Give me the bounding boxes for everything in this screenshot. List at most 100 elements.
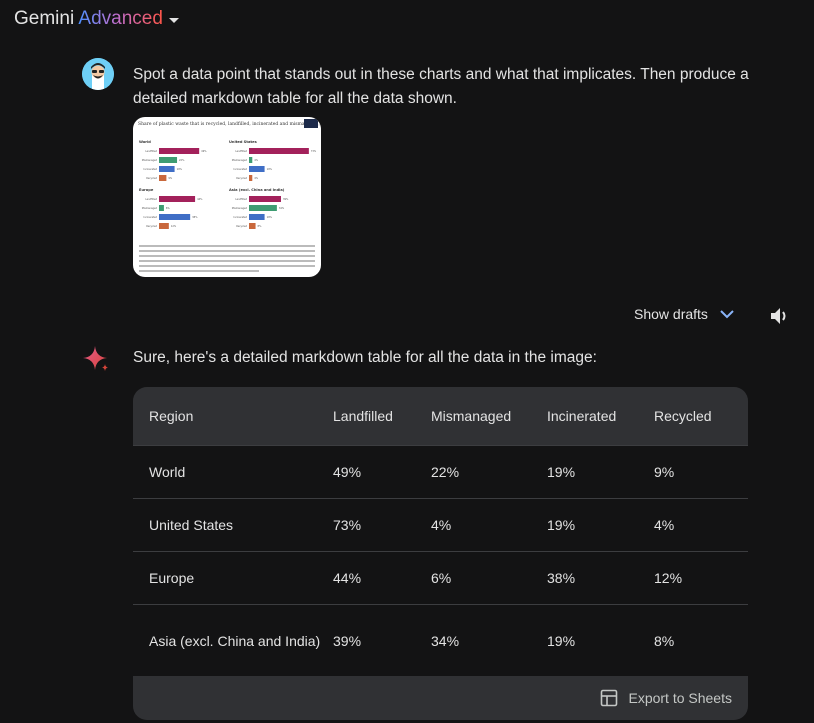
table-icon xyxy=(601,689,618,707)
header-mismanaged: Mismanaged xyxy=(431,408,512,424)
cell-recycled: 4% xyxy=(654,517,675,533)
thumb-value-label: 22% xyxy=(179,159,185,162)
cell-recycled: 12% xyxy=(654,570,683,586)
thumb-bar xyxy=(159,166,175,172)
thumb-value-label: 9% xyxy=(168,177,173,180)
thumb-category-label: Mismanaged xyxy=(142,207,158,210)
thumb-footnote-line xyxy=(139,270,259,272)
chart-thumbnail: Share of plastic waste that is recycled,… xyxy=(138,119,321,272)
table-header-row: Region Landfilled Mismanaged Incinerated… xyxy=(133,387,748,445)
cell-region: United States xyxy=(149,517,234,533)
data-table: Region Landfilled Mismanaged Incinerated… xyxy=(133,387,748,720)
thumb-category-label: Landfilled xyxy=(235,150,247,153)
table-row: World 49% 22% 19% 9% xyxy=(133,445,748,498)
thumb-category-label: Recycled xyxy=(146,177,157,180)
thumb-panel-title: Asia (excl. China and India) xyxy=(229,188,285,192)
owid-logo xyxy=(304,119,318,128)
export-to-sheets-button[interactable]: Export to Sheets xyxy=(133,676,748,720)
header-recycled: Recycled xyxy=(654,408,712,424)
thumb-value-label: 12% xyxy=(171,225,177,228)
thumb-category-label: Recycled xyxy=(236,225,247,228)
thumb-value-label: 34% xyxy=(279,207,285,210)
user-prompt: Spot a data point that stands out in the… xyxy=(133,66,749,107)
thumb-value-label: 49% xyxy=(201,150,207,153)
thumb-bar xyxy=(249,166,265,172)
chevron-down-icon xyxy=(720,310,734,319)
thumb-category-label: Landfilled xyxy=(145,150,157,153)
thumb-footnote-line xyxy=(139,260,315,262)
thumb-bar xyxy=(249,214,265,220)
caret-down-icon[interactable] xyxy=(168,17,179,23)
user-avatar xyxy=(82,58,114,90)
header-incinerated: Incinerated xyxy=(547,408,617,424)
thumb-bar xyxy=(159,175,167,181)
thumb-bar xyxy=(159,157,178,163)
thumb-category-label: Landfilled xyxy=(145,198,157,201)
cell-region: Europe xyxy=(149,570,195,586)
response-intro: Sure, here's a detailed markdown table f… xyxy=(133,349,597,366)
avatar-icon xyxy=(82,58,114,90)
cell-landfilled: 73% xyxy=(333,517,362,533)
thumb-panel-title: Europe xyxy=(139,188,154,192)
thumb-bar xyxy=(159,214,191,220)
thumb-bar xyxy=(249,205,277,211)
table-row: Asia (excl. China and India) 39% 34% 19%… xyxy=(133,604,748,677)
thumb-value-label: 19% xyxy=(177,168,183,171)
thumb-bar xyxy=(249,157,253,163)
gemini-sparkle-icon xyxy=(83,346,108,371)
table-row: Europe 44% 6% 38% 12% xyxy=(133,551,748,604)
thumb-category-label: Mismanaged xyxy=(232,207,248,210)
app-title: Gemini Advanced xyxy=(14,8,163,30)
thumb-category-label: Incinerated xyxy=(233,168,247,171)
cell-incinerated: 38% xyxy=(547,570,576,586)
thumb-bar xyxy=(159,223,169,229)
thumb-category-label: Incinerated xyxy=(143,216,157,219)
thumb-category-label: Landfilled xyxy=(235,198,247,201)
thumb-footnote-line xyxy=(139,265,315,267)
thumb-bar xyxy=(159,205,164,211)
model-selector[interactable]: Gemini Advanced xyxy=(14,8,179,30)
app-title-accent: Advanced xyxy=(78,8,163,29)
thumb-title: Share of plastic waste that is recycled,… xyxy=(138,121,321,127)
thumb-category-label: Mismanaged xyxy=(232,159,248,162)
thumb-bar xyxy=(249,196,281,202)
thumb-value-label: 6% xyxy=(166,207,171,210)
thumb-bar xyxy=(249,175,253,181)
cell-recycled: 8% xyxy=(654,633,675,649)
thumb-value-label: 44% xyxy=(197,198,203,201)
table-row: United States 73% 4% 19% 4% xyxy=(133,498,748,551)
thumb-category-label: Mismanaged xyxy=(142,159,158,162)
cell-mismanaged: 22% xyxy=(431,464,460,480)
cell-mismanaged: 34% xyxy=(431,633,460,649)
thumb-category-label: Recycled xyxy=(236,177,247,180)
cell-region: Asia (excl. China and India) xyxy=(149,633,321,649)
thumb-value-label: 73% xyxy=(311,150,317,153)
cell-landfilled: 44% xyxy=(333,570,362,586)
attached-chart-image[interactable]: Share of plastic waste that is recycled,… xyxy=(133,117,321,277)
thumb-footnote-line xyxy=(139,250,315,252)
cell-landfilled: 39% xyxy=(333,633,362,649)
thumb-bar xyxy=(159,196,196,202)
cell-mismanaged: 6% xyxy=(431,570,452,586)
thumb-panel-title: World xyxy=(139,140,151,144)
thumb-category-label: Recycled xyxy=(146,225,157,228)
thumb-footnote-line xyxy=(139,255,315,257)
thumb-value-label: 8% xyxy=(258,225,263,228)
thumb-value-label: 38% xyxy=(192,216,198,219)
header-landfilled: Landfilled xyxy=(333,408,393,424)
cell-landfilled: 49% xyxy=(333,464,362,480)
thumb-value-label: 4% xyxy=(254,177,259,180)
cell-mismanaged: 4% xyxy=(431,517,452,533)
cell-incinerated: 19% xyxy=(547,633,576,649)
thumb-value-label: 19% xyxy=(267,168,273,171)
thumb-bar xyxy=(249,223,256,229)
thumb-category-label: Incinerated xyxy=(143,168,157,171)
speaker-icon[interactable] xyxy=(768,305,790,327)
header-region: Region xyxy=(149,408,194,424)
thumb-bar xyxy=(159,148,200,154)
show-drafts-label: Show drafts xyxy=(634,306,708,322)
cell-recycled: 9% xyxy=(654,464,675,480)
show-drafts-button[interactable]: Show drafts xyxy=(634,306,734,322)
app-title-main: Gemini xyxy=(14,8,75,29)
thumb-category-label: Incinerated xyxy=(233,216,247,219)
